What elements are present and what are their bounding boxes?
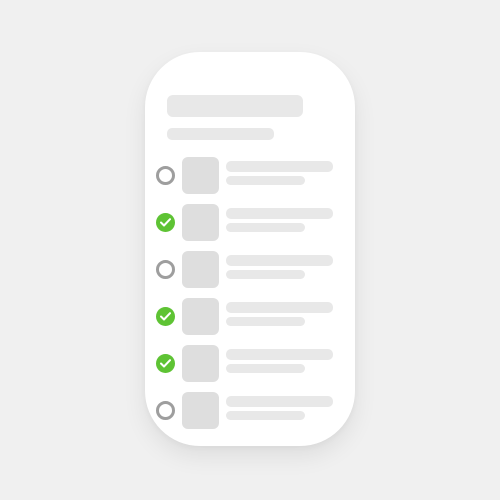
item-title-placeholder [226,302,333,313]
list-item[interactable] [156,251,336,288]
thumbnail-placeholder [182,251,219,288]
item-title-placeholder [226,161,333,172]
checkbox-checked[interactable] [156,307,175,326]
checkbox-unchecked[interactable] [156,260,175,279]
item-title-placeholder [226,208,333,219]
checkbox-checked[interactable] [156,354,175,373]
item-subtitle-placeholder [226,364,305,373]
thumbnail-placeholder [182,204,219,241]
list-item[interactable] [156,392,336,429]
list-item[interactable] [156,298,336,335]
checkbox-checked[interactable] [156,213,175,232]
list-item[interactable] [156,204,336,241]
list-item[interactable] [156,345,336,382]
item-title-placeholder [226,396,333,407]
title-placeholder [167,95,303,117]
thumbnail-placeholder [182,345,219,382]
subtitle-placeholder [167,128,274,140]
checkbox-unchecked[interactable] [156,166,175,185]
checkbox-unchecked[interactable] [156,401,175,420]
list-item[interactable] [156,157,336,194]
item-title-placeholder [226,255,333,266]
item-title-placeholder [226,349,333,360]
item-subtitle-placeholder [226,176,305,185]
item-subtitle-placeholder [226,411,305,420]
item-subtitle-placeholder [226,223,305,232]
stage [0,0,500,500]
item-subtitle-placeholder [226,317,305,326]
checklist [156,157,336,429]
thumbnail-placeholder [182,157,219,194]
thumbnail-placeholder [182,298,219,335]
item-subtitle-placeholder [226,270,305,279]
thumbnail-placeholder [182,392,219,429]
